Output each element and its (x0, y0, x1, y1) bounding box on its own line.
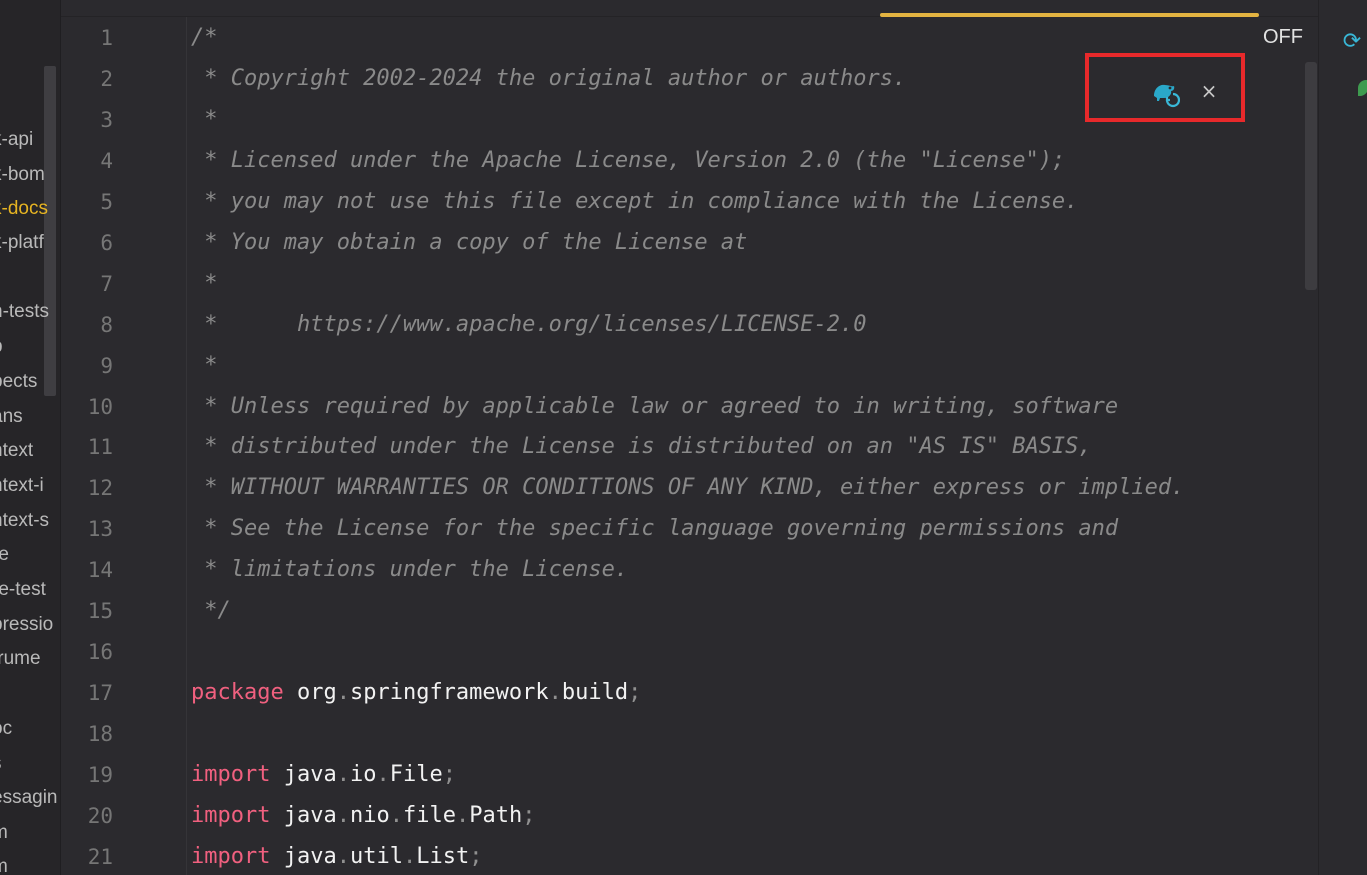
import-segment: List (416, 844, 470, 869)
line-number: 13 (87, 517, 113, 541)
line-number: 10 (87, 395, 113, 419)
tree-item[interactable]: n-tests (0, 300, 60, 324)
tree-item[interactable]: essagin (0, 786, 60, 810)
import-segment: util (349, 844, 403, 869)
gradle-reload-icon[interactable] (1150, 78, 1181, 108)
code-comment-line[interactable]: * (191, 105, 217, 135)
gradle-leaf-icon[interactable] (1358, 80, 1367, 96)
tree-item[interactable]: ntext-s (0, 509, 60, 533)
editor-scrollbar[interactable] (1305, 62, 1317, 290)
code-comment-line[interactable]: * (191, 269, 217, 299)
import-segment: File (389, 762, 443, 787)
import-segment: java (283, 762, 337, 787)
inspection-off-label[interactable]: OFF (1263, 26, 1303, 49)
code-comment-line[interactable]: * Licensed under the Apache License, Ver… (191, 146, 1065, 176)
tree-item[interactable]: oc (0, 717, 60, 741)
tree-item[interactable]: m (0, 855, 60, 875)
code-comment-line[interactable]: * WITHOUT WARRANTIES OR CONDITIONS OF AN… (191, 473, 1184, 503)
line-number: 14 (87, 558, 113, 582)
editor-tab-bar (61, 0, 1318, 17)
line-number: 1 (100, 26, 113, 50)
code-comment-line[interactable]: * distributed under the License is distr… (191, 432, 1091, 462)
code-comment-line[interactable]: * you may not use this file except in co… (191, 187, 1078, 217)
import-segment: Path (469, 803, 523, 828)
import-statement[interactable]: import java.util.List; (191, 842, 482, 872)
tree-item[interactable]: re (0, 543, 60, 567)
code-comment-line[interactable]: * (191, 351, 217, 381)
package-segment: org (296, 680, 337, 705)
code-comment-line[interactable]: * See the License for the specific langu… (191, 514, 1118, 544)
line-number: 4 (100, 149, 113, 173)
line-number: 11 (87, 435, 113, 459)
line-number: 12 (87, 476, 113, 500)
keyword-import: import (191, 762, 271, 787)
tree-item-selected[interactable]: k-docs (0, 197, 60, 221)
code-comment-line[interactable]: /* (191, 23, 218, 53)
package-declaration[interactable]: package org.springframework.build; (191, 678, 641, 708)
import-statement[interactable]: import java.io.File; (191, 760, 456, 790)
line-number: 3 (100, 108, 113, 132)
line-number: 18 (87, 722, 113, 746)
line-number: 15 (87, 599, 113, 623)
line-number: 8 (100, 313, 113, 337)
import-segment: java (283, 803, 337, 828)
tree-item[interactable]: m (0, 821, 60, 845)
import-segment: io (349, 762, 377, 787)
import-segment: java (283, 844, 337, 869)
code-comment-line[interactable]: */ (191, 596, 231, 626)
tree-item[interactable]: k-api (0, 128, 60, 152)
tree-item[interactable]: k-platf (0, 231, 60, 255)
line-number: 7 (100, 272, 113, 296)
line-number: 9 (100, 354, 113, 378)
keyword-import: import (191, 803, 271, 828)
tree-item[interactable]: ans (0, 405, 60, 429)
import-statement[interactable]: import java.nio.file.Path; (191, 801, 535, 831)
line-number: 16 (87, 640, 113, 664)
keyword-package: package (191, 680, 284, 705)
sync-icon[interactable]: ⟳ (1340, 30, 1364, 54)
close-icon[interactable]: × (1198, 80, 1220, 102)
right-tool-panel (1318, 0, 1367, 875)
line-number: 2 (100, 67, 113, 91)
code-comment-line[interactable]: * Copyright 2002-2024 the original autho… (191, 64, 906, 94)
line-number: 6 (100, 231, 113, 255)
tree-item[interactable]: k-bom (0, 163, 60, 187)
code-comment-line[interactable]: * https://www.apache.org/licenses/LICENS… (191, 310, 866, 340)
import-segment: file (402, 803, 456, 828)
keyword-import: import (191, 844, 271, 869)
tree-item[interactable]: pects (0, 370, 60, 394)
tree-item[interactable]: p (0, 335, 60, 359)
tree-item[interactable]: re-test (0, 578, 60, 602)
line-number: 17 (87, 681, 113, 705)
tree-item[interactable]: ntext (0, 439, 60, 463)
tree-item[interactable]: trume (0, 647, 60, 671)
code-comment-line[interactable]: * limitations under the License. (191, 555, 628, 585)
line-number: 19 (87, 763, 113, 787)
code-editor[interactable]: /* * Copyright 2002-2024 the original au… (187, 17, 1305, 875)
line-number: 5 (100, 190, 113, 214)
line-number: 20 (87, 804, 113, 828)
tree-item[interactable]: pressio (0, 613, 60, 637)
line-number: 21 (87, 845, 113, 869)
tree-item[interactable]: s (0, 752, 60, 776)
code-comment-line[interactable]: * Unless required by applicable law or a… (191, 392, 1118, 422)
tree-item[interactable]: ntext-i (0, 474, 60, 498)
import-segment: nio (349, 803, 390, 828)
package-segment: build (561, 680, 629, 705)
package-segment: springframework (349, 680, 549, 705)
project-tree-sidebar: k-api k-bom k-docs k-platf n-tests p pec… (0, 0, 60, 875)
line-number-gutter: 1 2 3 4 5 6 7 8 9 10 11 12 13 14 15 16 1… (61, 17, 186, 875)
code-comment-line[interactable]: * You may obtain a copy of the License a… (191, 228, 747, 258)
